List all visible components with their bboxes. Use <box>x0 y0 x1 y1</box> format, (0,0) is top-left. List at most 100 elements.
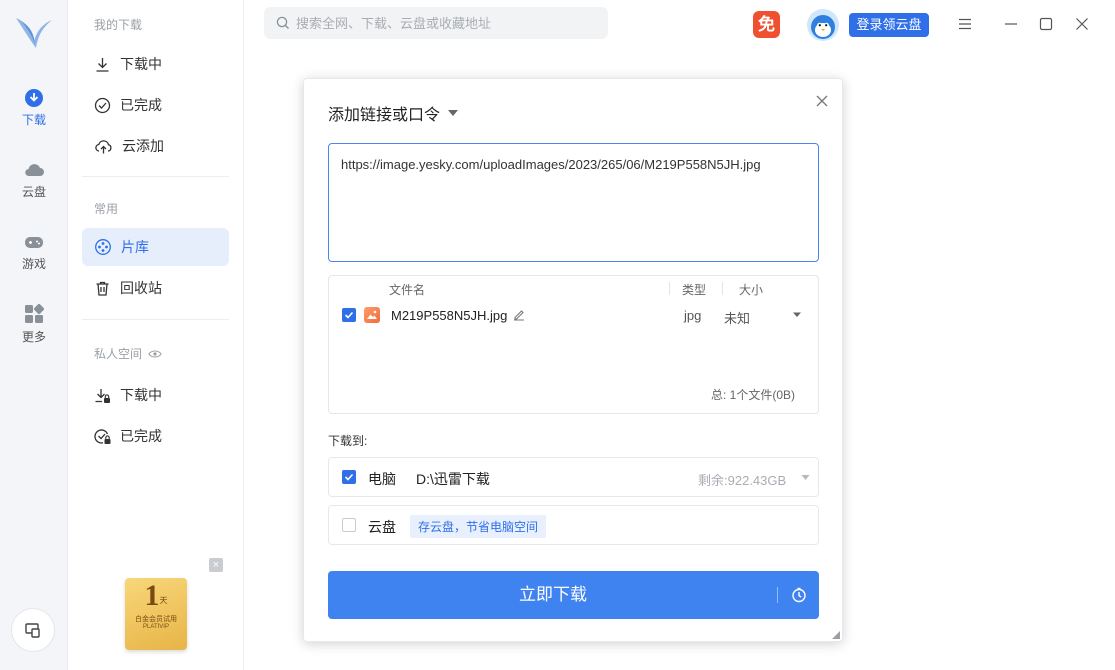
column-header-type: 类型 <box>682 283 707 297</box>
edit-icon[interactable] <box>512 308 526 322</box>
download-arrow-icon <box>96 57 109 72</box>
download-to-label: 下载到: <box>328 434 368 448</box>
promo-number: 1 <box>144 579 160 612</box>
rail-label: 下载 <box>21 113 46 127</box>
nav-item-private-completed[interactable]: 已完成 <box>82 417 229 455</box>
nav-item-library[interactable]: 片库 <box>82 228 229 266</box>
promo-text: 白金会员试用 <box>135 616 177 623</box>
file-list-panel: 文件名 类型 大小 M219P558N5JH.jpg jpg 未知 总: 1个文… <box>328 275 819 414</box>
rail-item-games[interactable]: 游戏 <box>0 232 68 288</box>
destination-cloud[interactable]: 云盘 存云盘，节省电脑空间 <box>328 505 819 545</box>
download-circle-icon <box>25 89 43 107</box>
rail-label: 更多 <box>21 330 46 344</box>
login-button[interactable]: 登录领云盘 <box>849 13 929 37</box>
menu-button[interactable] <box>956 15 974 33</box>
dialog-title-dropdown[interactable]: 添加链接或口令 <box>328 101 459 125</box>
pc-checkbox[interactable] <box>342 470 356 484</box>
image-file-icon <box>364 307 380 323</box>
nav-item-label: 已完成 <box>120 97 162 113</box>
rail-item-cloud[interactable]: 云盘 <box>0 160 68 216</box>
pc-label: 电脑 <box>368 471 396 487</box>
schedule-clock-icon[interactable] <box>791 587 807 603</box>
column-divider <box>669 282 670 295</box>
nav-item-label: 片库 <box>121 239 149 255</box>
cloud-checkbox[interactable] <box>342 518 356 532</box>
pc-path[interactable]: D:\迅雷下载 <box>416 469 490 489</box>
grid-more-icon <box>25 303 45 323</box>
path-dropdown-icon[interactable] <box>801 474 810 481</box>
secondary-nav: 我的下载 下载中 已完成 云添加 常用 片库 回收站 私人空间 下载中 已完成 … <box>68 0 244 670</box>
dialog-close-icon[interactable] <box>815 94 829 108</box>
rail-item-more[interactable]: 更多 <box>0 303 68 359</box>
search-input[interactable] <box>296 15 596 31</box>
eye-icon <box>148 349 162 358</box>
file-type: jpg <box>684 308 702 323</box>
device-icon <box>25 623 40 638</box>
avatar[interactable] <box>807 9 839 41</box>
column-header-name: 文件名 <box>389 283 426 297</box>
file-name: M219P558N5JH.jpg <box>391 308 508 323</box>
nav-item-private-downloading[interactable]: 下载中 <box>82 376 229 414</box>
nav-divider <box>82 176 229 177</box>
destination-pc[interactable]: 电脑 D:\迅雷下载 剩余:922.43GB <box>328 457 819 497</box>
search-box[interactable] <box>264 7 608 39</box>
minimize-icon <box>1005 23 1017 25</box>
nav-item-label: 已完成 <box>120 428 162 444</box>
icon-rail: 下载 云盘 游戏 更多 <box>0 0 68 670</box>
nav-item-downloading[interactable]: 下载中 <box>82 45 229 83</box>
file-row: M219P558N5JH.jpg jpg 未知 <box>342 305 812 327</box>
app-logo-icon <box>16 18 52 48</box>
free-space: 剩余:922.43GB <box>698 473 787 488</box>
free-badge-button[interactable]: 免 <box>753 11 780 38</box>
checkmark-icon <box>344 311 354 319</box>
cloud-icon <box>25 164 44 177</box>
hamburger-menu-icon <box>959 18 971 30</box>
device-switch-button[interactable] <box>11 608 55 652</box>
promo-unit: 天 <box>159 596 168 605</box>
platinum-trial-promo[interactable]: 1 天 白金会员试用 PLATIVIP <box>125 578 187 650</box>
close-icon <box>1076 18 1088 30</box>
private-space-header[interactable]: 私人空间 <box>94 345 162 362</box>
film-reel-icon <box>95 239 111 255</box>
download-lock-icon <box>95 388 110 403</box>
search-icon <box>276 16 289 29</box>
nav-item-label: 下载中 <box>120 387 162 403</box>
maximize-icon <box>1039 17 1053 31</box>
nav-section-title: 常用 <box>94 202 119 216</box>
nav-item-label: 云添加 <box>122 138 164 154</box>
column-header-size: 大小 <box>739 283 764 297</box>
file-size: 未知 <box>724 311 751 326</box>
nav-item-label: 下载中 <box>120 56 162 72</box>
promo-close-button[interactable]: × <box>209 558 223 572</box>
minimize-button[interactable] <box>1002 15 1020 33</box>
nav-section-title: 私人空间 <box>94 347 143 361</box>
nav-item-completed[interactable]: 已完成 <box>82 86 229 124</box>
gamepad-icon <box>25 237 43 248</box>
caret-down-icon <box>448 110 459 116</box>
add-link-dialog: 添加链接或口令 https://image.yesky.com/uploadIm… <box>303 78 843 642</box>
rail-item-download[interactable]: 下载 <box>0 88 68 144</box>
window-close-button[interactable] <box>1073 15 1091 33</box>
nav-divider <box>82 319 229 320</box>
check-lock-icon <box>94 428 111 444</box>
promo-day-count: 1 天 <box>125 578 187 614</box>
promo-subtext: PLATIVIP <box>143 624 169 630</box>
resize-grip-icon[interactable] <box>832 631 840 639</box>
nav-item-cloud-add[interactable]: 云添加 <box>82 127 229 165</box>
cloud-label: 云盘 <box>368 519 396 535</box>
url-input[interactable]: https://image.yesky.com/uploadImages/202… <box>328 143 819 262</box>
trash-icon <box>96 281 109 296</box>
nav-item-recycle-bin[interactable]: 回收站 <box>82 269 229 307</box>
column-divider <box>722 282 723 295</box>
nav-section-title: 我的下载 <box>94 18 143 32</box>
dialog-title: 添加链接或口令 <box>328 107 441 124</box>
cloud-tip-badge: 存云盘，节省电脑空间 <box>410 515 547 538</box>
file-checkbox[interactable] <box>342 308 356 322</box>
rail-label: 游戏 <box>21 257 46 271</box>
rail-label: 云盘 <box>21 185 46 199</box>
bird-mascot-icon <box>811 15 835 39</box>
row-dropdown-icon[interactable] <box>792 311 802 319</box>
download-now-label: 立即下载 <box>519 585 587 604</box>
download-now-button[interactable]: 立即下载 <box>328 571 819 619</box>
maximize-button[interactable] <box>1037 15 1055 33</box>
